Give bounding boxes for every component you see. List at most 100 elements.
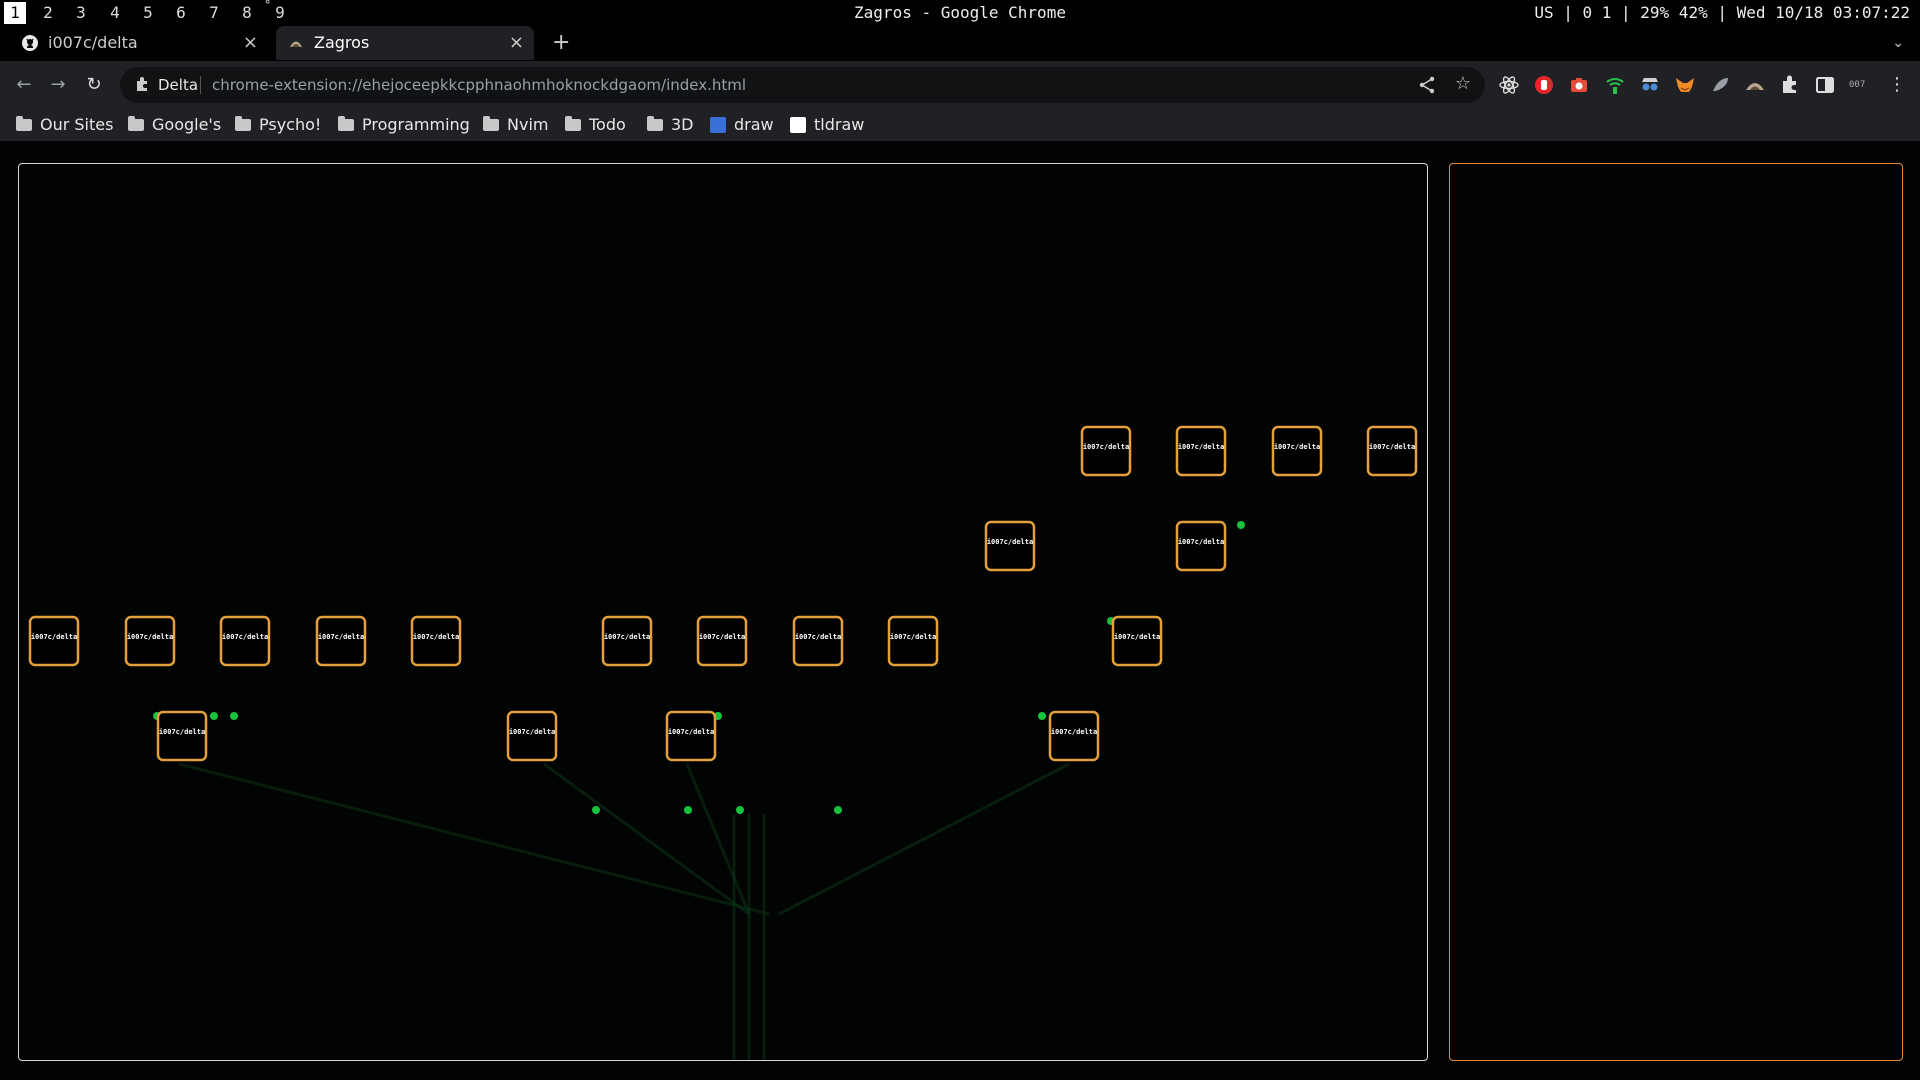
tab-zagros[interactable]: Zagros × [276, 26, 534, 60]
edge-junction-dot [834, 806, 842, 814]
graph-node-box[interactable] [410, 615, 462, 667]
address-bar[interactable]: Delta chrome-extension://ehejoceepkkcpph… [120, 67, 1485, 103]
graph-node-label: i007c/delta [1083, 443, 1129, 451]
graph-node-box[interactable] [984, 520, 1036, 572]
bookmark-tldraw[interactable]: tldraw [790, 109, 864, 141]
graph-node-label: i007c/delta [1051, 728, 1097, 736]
bookmark-draw[interactable]: draw [710, 109, 774, 141]
bookmark-nvim[interactable]: Nvim [483, 109, 548, 141]
graph-node[interactable]: i007c/delta [1271, 425, 1323, 477]
graph-node[interactable]: i007c/delta [124, 615, 176, 667]
graph-node-box[interactable] [156, 710, 208, 762]
graph-node-label: i007c/delta [699, 633, 745, 641]
graph-node-box[interactable] [1175, 425, 1227, 477]
bookmark-our-sites[interactable]: Our Sites [16, 109, 113, 141]
share-icon[interactable] [1417, 75, 1437, 95]
graph-node-label: i007c/delta [604, 633, 650, 641]
graph-node-box[interactable] [506, 710, 558, 762]
close-icon[interactable]: × [243, 26, 258, 60]
graph-node-label: i007c/delta [31, 633, 77, 641]
tab-label: i007c/delta [48, 33, 138, 52]
bookmark-label: tldraw [814, 115, 865, 134]
graph-node-box[interactable] [28, 615, 80, 667]
bookmark-label: Psycho! [259, 115, 322, 134]
graph-node[interactable]: i007c/delta [1366, 425, 1418, 477]
graph-node[interactable]: i007c/delta [1080, 425, 1132, 477]
graph-node-box[interactable] [1175, 520, 1227, 572]
graph-node-box[interactable] [1111, 615, 1163, 667]
graph-node[interactable]: i007c/delta [1175, 425, 1227, 477]
bookmark-googles[interactable]: Google's [128, 109, 221, 141]
graph-node-box[interactable] [1048, 710, 1100, 762]
graph-node[interactable]: i007c/delta [506, 710, 558, 762]
graph-node[interactable]: i007c/delta [219, 615, 271, 667]
graph-node-box[interactable] [696, 615, 748, 667]
graph-node[interactable]: i007c/delta [156, 710, 208, 762]
tldraw-app-icon [790, 117, 806, 133]
graph-node-box[interactable] [1080, 425, 1132, 477]
camera-icon[interactable] [1568, 74, 1590, 96]
graph-node-box[interactable] [1271, 425, 1323, 477]
bookmark-3d[interactable]: 3D [647, 109, 694, 141]
graph-node[interactable]: i007c/delta [887, 615, 939, 667]
new-tab-button[interactable]: + [552, 26, 570, 60]
spy-glasses-icon[interactable] [1639, 74, 1661, 96]
graph-node[interactable]: i007c/delta [28, 615, 80, 667]
graph-node-box[interactable] [887, 615, 939, 667]
tab-list-chevron-down-icon[interactable]: ⌄ [1892, 26, 1904, 60]
folder-icon [565, 116, 581, 131]
folder-icon [128, 116, 144, 131]
graph-node-label: i007c/delta [668, 728, 714, 736]
forward-button[interactable]: → [46, 73, 70, 97]
graph-node-box[interactable] [219, 615, 271, 667]
omnibox-divider [200, 76, 201, 94]
graph-node-box[interactable] [792, 615, 844, 667]
tab-label: Zagros [314, 33, 370, 52]
graph-node[interactable]: i007c/delta [665, 710, 717, 762]
stop-hand-icon[interactable] [1533, 74, 1555, 96]
mountain-icon[interactable] [1744, 74, 1766, 96]
graph-node[interactable]: i007c/delta [696, 615, 748, 667]
profile-007-icon[interactable]: 007 [1849, 74, 1871, 96]
graph-node-box[interactable] [315, 615, 367, 667]
graph-node[interactable]: i007c/delta [1175, 520, 1227, 572]
graph-panel[interactable]: i007c/delta i007c/delta i007c/delta i007c/d… [18, 163, 1428, 1061]
graph-node[interactable]: i007c/delta [1111, 615, 1163, 667]
react-devtools-icon[interactable] [1498, 74, 1520, 96]
metamask-fox-icon[interactable] [1674, 74, 1696, 96]
graph-node-box[interactable] [665, 710, 717, 762]
graph-node[interactable]: i007c/delta [601, 615, 653, 667]
edge-junction-dot [736, 806, 744, 814]
graph-node-label: i007c/delta [987, 538, 1033, 546]
bookmark-star-icon[interactable]: ☆ [1455, 73, 1471, 95]
graph-node-label: i007c/delta [1114, 633, 1160, 641]
bookmark-programming[interactable]: Programming [338, 109, 470, 141]
reload-button[interactable]: ↻ [82, 73, 106, 97]
graph-node-label: i007c/delta [1274, 443, 1320, 451]
graph-node[interactable]: i007c/delta [1048, 710, 1100, 762]
extensions-puzzle-icon[interactable] [1779, 74, 1801, 96]
graph-node[interactable]: i007c/delta [792, 615, 844, 667]
graph-node[interactable]: i007c/delta [410, 615, 462, 667]
graph-node-box[interactable] [124, 615, 176, 667]
graph-node[interactable]: i007c/delta [315, 615, 367, 667]
close-icon[interactable]: × [509, 26, 524, 60]
bookmark-psycho[interactable]: Psycho! [235, 109, 321, 141]
back-button[interactable]: ← [12, 73, 36, 97]
folder-icon [483, 116, 499, 131]
url-text[interactable]: chrome-extension://ehejoceepkkcpphnaohmh… [212, 67, 746, 103]
menu-kebab-icon[interactable]: ⋮ [1886, 74, 1908, 96]
edge-junction-dot [684, 806, 692, 814]
graph-node-label: i007c/delta [159, 728, 205, 736]
tab-github[interactable]: i007c/delta × [10, 26, 268, 60]
page-content: i007c/delta i007c/delta i007c/delta i007c/d… [0, 141, 1920, 1080]
draw-app-icon [710, 117, 726, 133]
side-panel-icon[interactable] [1814, 74, 1836, 96]
bookmark-todo[interactable]: Todo [565, 109, 626, 141]
wifi-signal-icon[interactable] [1604, 74, 1626, 96]
graph-node-box[interactable] [601, 615, 653, 667]
feather-icon[interactable] [1709, 74, 1731, 96]
folder-icon [647, 116, 663, 131]
graph-node[interactable]: i007c/delta [984, 520, 1036, 572]
graph-node-box[interactable] [1366, 425, 1418, 477]
